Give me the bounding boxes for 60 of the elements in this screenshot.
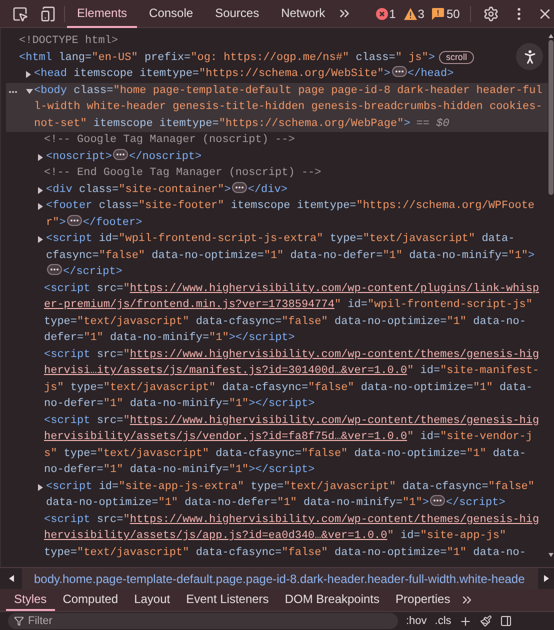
error-icon[interactable] [376, 8, 388, 20]
dom-node[interactable]: <div class="site-container"> </div> [46, 182, 548, 198]
sidebar-tab[interactable]: Computed [54, 589, 126, 611]
scroll-left-button[interactable] [0, 568, 22, 590]
ellipsis-icon[interactable] [113, 148, 128, 160]
panel-tab[interactable]: Network [271, 0, 336, 28]
sidebar-tab[interactable]: DOM Breakpoints [276, 589, 388, 611]
add-rule-icon[interactable] [459, 614, 472, 628]
collapsed-triangle-icon[interactable] [37, 484, 44, 490]
style-toggle-button[interactable]: .cls [434, 612, 452, 630]
collapsed-triangle-icon[interactable] [37, 203, 44, 210]
ellipsis-icon[interactable] [392, 66, 406, 77]
dom-node[interactable]: <script src="https://www.highervisibility.com/wp-content/plugins/link-whisper-premium/js/frontend.min.js?ver=1738594774" id="wpil-frontend-script-js" type="text/javascript" data-cfasync="false" data-no-optimize="1" data-no-defer="1" data-no-minify="1"></script> [44, 280, 548, 346]
panel-tab[interactable]: Elements [67, 0, 138, 28]
expanded-triangle-icon[interactable] [26, 88, 33, 94]
right-arrow-icon [544, 575, 548, 582]
dom-node[interactable]: <head itemscope itemtype="https://schema.org/WebSite"> </head> [34, 66, 548, 82]
dom-node[interactable]: <script id="site-app-js-extra" type="text/javascript" data-cfasync="false" data-no-optimize="1" data-no-defer="1" data-no-minify="1"> </script> [46, 478, 548, 512]
ellipsis-icon[interactable] [232, 182, 247, 192]
collapsed-triangle-icon[interactable] [37, 186, 44, 194]
collapsed-triangle-icon[interactable] [37, 154, 44, 160]
html-comment[interactable]: <!DOCTYPE html> [19, 33, 548, 50]
device-toolbar-icon[interactable] [40, 6, 56, 22]
filter-field[interactable]: Filter [8, 613, 398, 629]
panel-tab[interactable]: Sources [205, 0, 270, 28]
sidebar-panel-icon[interactable] [500, 615, 512, 627]
dom-node[interactable]: <html lang="en-US" prefix="og: https://ogp.me/ns#" class=" js"> scroll [19, 50, 548, 66]
panel-tab[interactable]: Console [139, 0, 204, 28]
scroll-right-button[interactable] [538, 568, 554, 590]
dom-node[interactable]: <noscript> </noscript> [46, 148, 548, 165]
html-comment[interactable]: <!-- Google Tag Manager (noscript) --> [44, 132, 548, 148]
sidebar-tab[interactable]: Properties [388, 589, 458, 611]
ellipsis-icon[interactable] [47, 264, 62, 275]
warning-icon[interactable] [404, 8, 417, 20]
collapsed-triangle-icon[interactable] [25, 71, 32, 78]
accessibility-button[interactable] [516, 43, 543, 70]
message-icon[interactable] [432, 8, 444, 20]
filter-icon [14, 616, 24, 626]
dom-node[interactable]: <script src="https://www.highervisibility.com/wp-content/themes/genesis-highervisibility/assets/js/vendor.js?id=fa8f75d…&ver=1.0.0" id="site-vendor-js" type="text/javascript" data-cfasync="false" data-no-optimize="1" data-no-defer="1" data-no-minify="1"></script> [44, 412, 548, 478]
collapsed-triangle-icon[interactable] [37, 236, 44, 243]
dom-node[interactable]: <footer class="site-footer" itemscope itemtype="https://schema.org/WPFooter"> </footer> [46, 198, 548, 231]
sidebar-tab[interactable]: Event Listeners [178, 589, 277, 611]
ellipsis-icon[interactable] [66, 214, 82, 226]
warning-count[interactable]: 3 [418, 4, 424, 22]
inspect-icon[interactable] [12, 6, 28, 22]
error-count[interactable]: 1 [389, 4, 396, 22]
dom-node[interactable]: <body class="home page-template-default page page-id-8 dark-header header-full-width white-header genesis-title-hidden genesis-breadcrumbs-hidden cookies-not-set" itemscope itemtype="https://schema.org/WebPage"> == $0 [34, 82, 548, 132]
brush-icon[interactable] [480, 615, 492, 627]
message-count[interactable]: 50 [446, 4, 460, 22]
dom-node[interactable]: <script src="https://www.highervisibility.com/wp-content/themes/genesis-highervisi…ity/assets/js/manifest.js?id=301400d…&ver=1.0.0" id="site-manifest-js" type="text/javascript" data-cfasync="false" data-no-optimize="1" data-no-defer="1" data-no-minify="1"></script> [44, 346, 548, 412]
style-toggle-button[interactable]: :hov [406, 612, 427, 630]
dom-node[interactable]: <script src="https://www.highervisibility.com/wp-content/themes/genesis-highervisibility/assets/js/app.js?id=ea0d340…&ver=1.0.0" id="site-app-js" type="text/javascript" data-cfasync="false" data-no-optimize="1" data-no- [44, 512, 548, 561]
breadcrumb-link[interactable]: body.home.page-template-default.page.page-id-8.dark-header.header-full-width.white-heade [34, 572, 525, 586]
sidebar-tab[interactable]: Layout [126, 589, 178, 611]
html-comment[interactable]: <!-- End Google Tag Manager (noscript) --> [44, 165, 548, 182]
settings-icon[interactable] [482, 6, 499, 22]
scroll-badge[interactable]: scroll [438, 50, 474, 64]
dom-node[interactable]: <script id="wpil-frontend-script-js-extra" type="text/javascript" data-cfasync="false" data-no-optimize="1" data-no-defer="1" data-no-minify="1"> </script> [46, 231, 548, 280]
ellipsis-icon[interactable] [430, 495, 445, 506]
left-arrow-icon [8, 575, 14, 582]
